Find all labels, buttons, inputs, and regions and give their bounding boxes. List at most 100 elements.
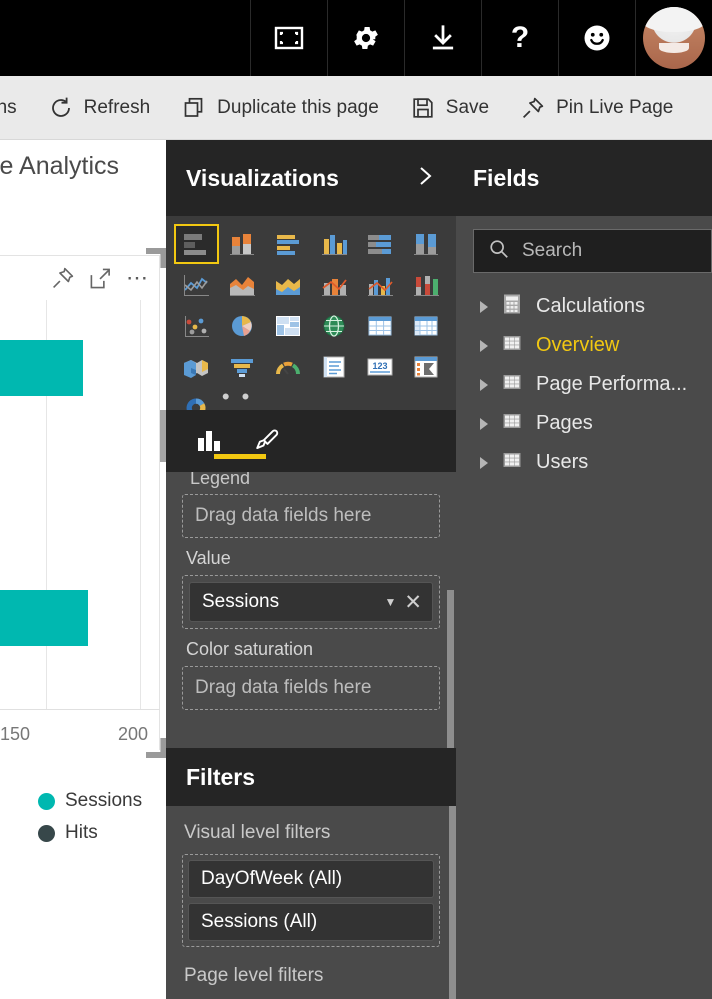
tab-format[interactable] [252,427,282,455]
save-button[interactable]: Save [395,76,505,140]
pie-chart-icon[interactable] [222,308,263,344]
bar-chart-visual[interactable]: ⋯ 150 200 [0,248,166,758]
scatter-chart-icon[interactable] [176,308,217,344]
legend-label-hits: Hits [65,822,98,843]
well-dropzone-color-saturation[interactable]: Drag data fields here [182,666,440,710]
bar-sessions-1[interactable] [0,340,83,396]
duplicate-page-label: Duplicate this page [217,96,379,118]
field-wells: Legend Drag data fields here Value Sessi… [166,472,456,782]
field-table-users-label: Users [536,451,589,473]
remove-field-icon[interactable]: ✕ [404,592,422,613]
filled-map-icon[interactable] [176,349,217,385]
fullscreen-icon[interactable] [250,0,327,76]
treemap-icon[interactable] [268,308,309,344]
stacked-column-chart-icon[interactable] [222,226,263,262]
legend-item-hits[interactable]: Hits [0,817,160,849]
table-icon[interactable] [359,308,400,344]
kpi-icon[interactable] [405,349,446,385]
chevron-down-icon[interactable]: ▼ [385,595,397,609]
power-bi-report-editor: ? ons Refresh [0,0,712,999]
filters-title: Filters [186,763,256,790]
map-icon[interactable] [313,308,354,344]
clustered-bar-chart-icon[interactable] [268,226,309,262]
field-table-page-performance[interactable]: Page Performa... [456,365,712,404]
hundred-percent-stacked-bar-chart-icon[interactable] [359,226,400,262]
fields-title: Fields [473,164,540,191]
line-clustered-column-chart-icon[interactable] [359,267,400,303]
report-canvas[interactable]: le Analytics ⋯ 150 200 Sessions Hits [0,140,166,999]
focus-mode-icon[interactable] [89,267,112,290]
stacked-area-chart-icon[interactable] [268,267,309,303]
stacked-bar-chart-icon[interactable] [174,224,219,264]
bar-sessions-2[interactable] [0,590,88,646]
field-pill-sessions[interactable]: Sessions ▼ ✕ [189,582,433,622]
chart-legend: Sessions Hits [0,785,160,849]
search-input[interactable]: Search [473,229,712,273]
field-table-overview-label: Overview [536,334,620,356]
tab-fields[interactable] [194,427,266,459]
line-stacked-column-chart-icon[interactable] [313,267,354,303]
refresh-button[interactable]: Refresh [33,76,167,140]
clustered-column-chart-icon[interactable] [313,226,354,262]
well-label-legend: Legend [190,472,251,488]
table-icon [501,371,523,398]
visual-resize-handle-br[interactable] [146,738,166,758]
filter-pill-sessions[interactable]: Sessions (All) [188,903,434,941]
filters-scrollbar-thumb[interactable] [449,806,456,999]
smiley-icon[interactable] [558,0,635,76]
well-dropzone-legend-placeholder: Drag data fields here [195,505,372,526]
well-dropzone-legend[interactable]: Drag data fields here [182,494,440,538]
pin-icon [521,96,545,120]
download-icon[interactable] [404,0,481,76]
chevron-right-icon[interactable] [414,163,436,194]
pin-live-page-button[interactable]: Pin Live Page [505,76,689,140]
funnel-chart-icon[interactable] [222,349,263,385]
expand-triangle-icon[interactable] [480,417,488,430]
duplicate-page-button[interactable]: Duplicate this page [166,76,395,140]
help-icon[interactable]: ? [481,0,558,76]
expand-triangle-icon[interactable] [480,378,488,391]
x-tick-150: 150 [0,724,31,744]
gauge-icon[interactable] [268,349,309,385]
expand-triangle-icon[interactable] [480,456,488,469]
legend-label-sessions: Sessions [65,790,143,811]
gear-icon[interactable] [327,0,404,76]
fields-search-wrap: Search [456,216,712,273]
legend-item-sessions[interactable]: Sessions [0,785,160,817]
expand-triangle-icon[interactable] [480,300,488,313]
well-dropzone-value[interactable]: Sessions ▼ ✕ [182,575,440,629]
toolbar-item-truncated[interactable]: ons [0,76,33,140]
legend-swatch-hits [38,824,55,842]
matrix-icon[interactable] [405,308,446,344]
table-icon [501,410,523,437]
fields-table-list: Calculations Overview Page Performa... P… [456,273,712,482]
fields-panel-header: Fields [456,140,712,216]
card-icon[interactable]: 123 [359,349,400,385]
field-table-calculations[interactable]: Calculations [456,287,712,326]
filters-panel: Filters Visual level filters DayOfWeek (… [166,748,456,999]
save-icon [411,96,435,120]
page-level-filters-label: Page level filters [184,965,324,986]
visual-level-filters-group[interactable]: DayOfWeek (All) Sessions (All) [182,854,440,947]
expand-triangle-icon[interactable] [480,339,488,352]
ribbon-chart-icon[interactable] [405,267,446,303]
field-table-overview[interactable]: Overview [456,326,712,365]
visualizations-panel-header: Visualizations [166,140,456,216]
pin-icon[interactable] [51,266,75,290]
well-label-value: Value [186,548,231,568]
report-toolbar: ons Refresh Duplicate this page [0,76,712,140]
top-bar-spacer [0,0,250,76]
filter-pill-dayofweek[interactable]: DayOfWeek (All) [188,860,434,898]
visual-level-filters-label: Visual level filters [184,822,331,843]
field-table-users[interactable]: Users [456,443,712,482]
line-chart-icon[interactable] [176,267,217,303]
more-options-icon[interactable]: ⋯ [126,267,151,289]
field-table-calculations-label: Calculations [536,295,645,317]
multi-row-card-icon[interactable] [313,349,354,385]
field-table-pages[interactable]: Pages [456,404,712,443]
hundred-percent-stacked-column-chart-icon[interactable] [405,226,446,262]
area-chart-icon[interactable] [222,267,263,303]
avatar[interactable] [635,0,712,76]
visualizations-title: Visualizations [186,164,339,191]
help-glyph: ? [510,21,530,54]
